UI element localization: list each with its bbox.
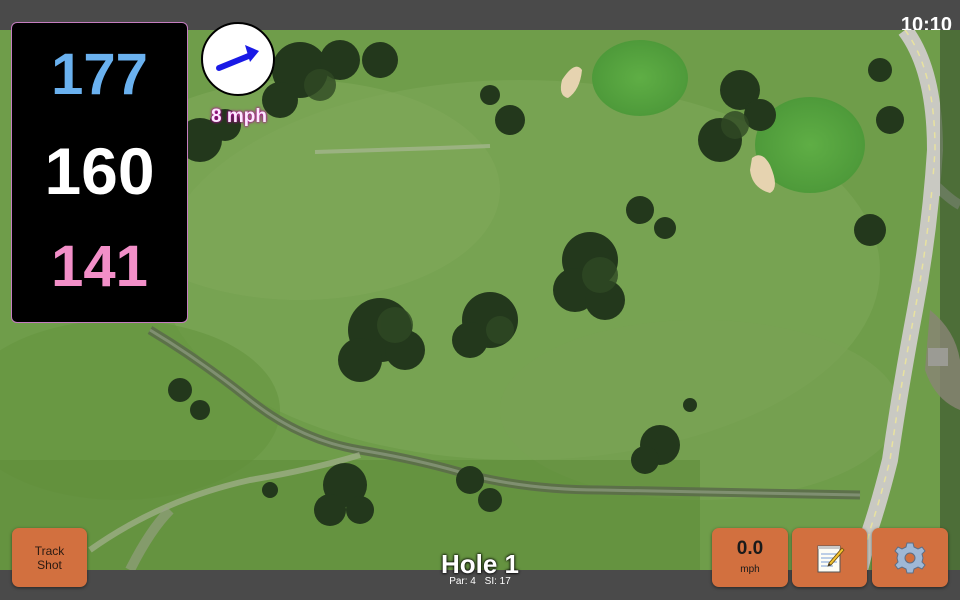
settings-button[interactable]: [872, 528, 948, 587]
gear-icon: [894, 542, 926, 573]
speed-unit: mph: [740, 564, 760, 575]
track-shot-label-line2: Shot: [37, 557, 62, 572]
back-distance: 177: [51, 42, 148, 107]
speed-value: 0.0: [736, 538, 764, 559]
hole-par: Par: 4: [449, 576, 476, 587]
wind-speed-label: 8 mph: [211, 106, 267, 127]
wind-direction-arrow-icon: [216, 45, 259, 71]
track-shot-button[interactable]: Track Shot: [12, 528, 87, 587]
front-distance: 141: [51, 234, 148, 299]
track-shot-label-line1: Track: [34, 543, 65, 558]
hole-info: Par: 4 SI: 17: [400, 576, 560, 587]
wind-indicator: [201, 22, 275, 96]
speed-button[interactable]: 0.0 mph: [712, 528, 788, 587]
distance-panel[interactable]: 177 160 141: [11, 22, 188, 323]
notepad-icon: [817, 545, 845, 572]
hole-stroke-index: SI: 17: [484, 576, 511, 587]
middle-distance: 160: [44, 134, 155, 208]
notes-button[interactable]: [792, 528, 867, 587]
